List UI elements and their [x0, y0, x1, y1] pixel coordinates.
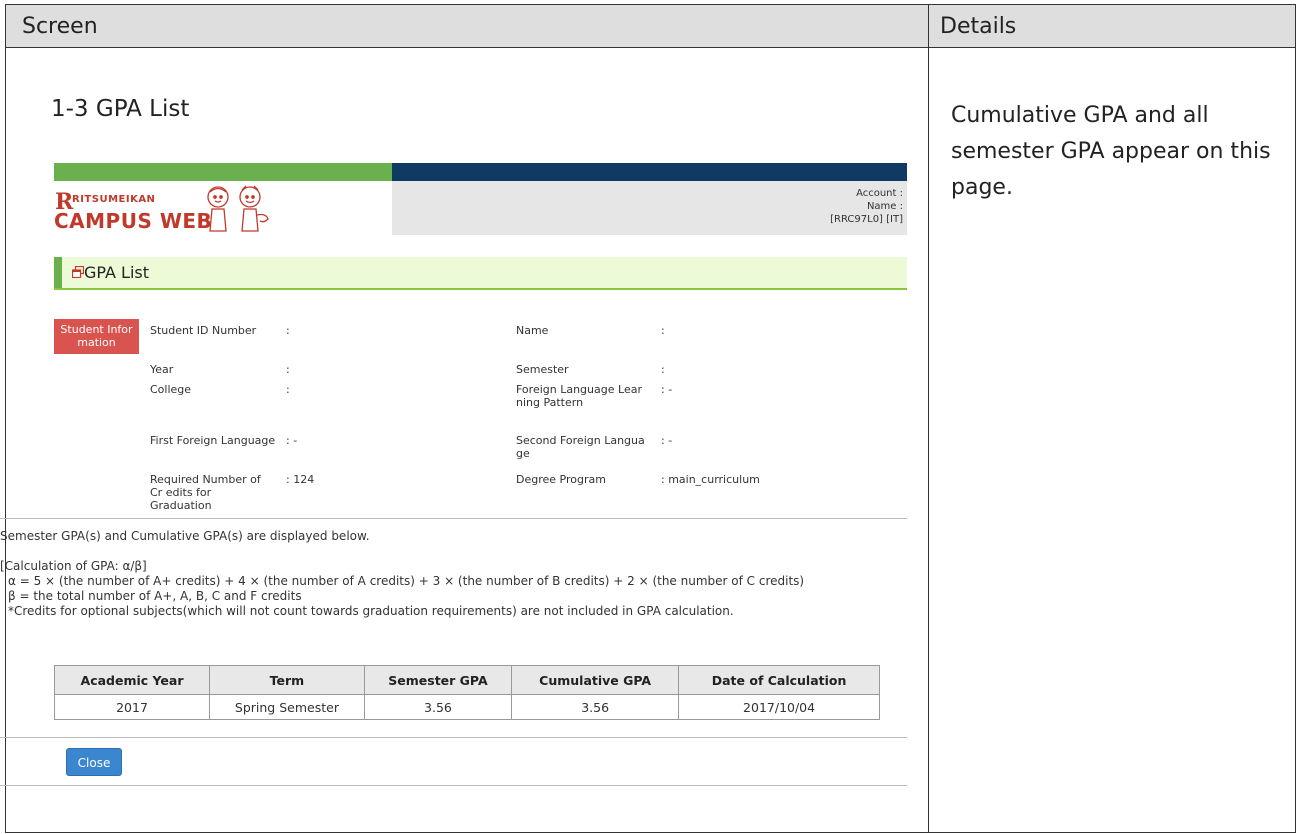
- col-date-of-calculation: Date of Calculation: [678, 665, 880, 695]
- degree-program-label: Degree Program: [516, 473, 606, 486]
- required-credits-label: Required Number of Cr edits for Graduati…: [150, 473, 261, 512]
- first-foreign-label: First Foreign Language: [150, 434, 276, 447]
- year-sep: :: [286, 363, 290, 376]
- foreign-lang-pattern-label: Foreign Language Lear ning Pattern: [516, 383, 642, 409]
- cell-academic-year: 2017: [53, 694, 211, 720]
- screen-column-header: Screen: [6, 5, 929, 48]
- student-info-badge: Student Infor mation: [54, 319, 139, 354]
- topbar-navy: [392, 163, 907, 181]
- gpa-note: *Credits for optional subjects(which wil…: [8, 604, 734, 618]
- mascot-icon: [207, 185, 269, 232]
- semester-sep: :: [661, 363, 665, 376]
- student-id-sep: :: [286, 324, 290, 337]
- first-foreign-sep: : -: [286, 434, 298, 447]
- screen-code: [RRC97L0] [IT]: [830, 214, 903, 225]
- student-id-label: Student ID Number: [150, 324, 257, 337]
- col-semester-gpa: Semester GPA: [363, 665, 513, 695]
- divider-line: [0, 737, 907, 738]
- account-info: Account : Name : [RRC97L0] [IT]: [392, 181, 907, 235]
- college-label: College: [150, 383, 192, 396]
- page-title-banner: GPA List: [54, 257, 907, 290]
- window-icon: [72, 266, 84, 278]
- column-divider: [928, 48, 929, 832]
- degree-program-sep: : main_curriculum: [661, 473, 760, 486]
- foreign-lang-pattern-sep: : -: [661, 383, 673, 396]
- table-header-row: Academic Year Term Semester GPA Cumulati…: [53, 665, 880, 695]
- section-title: 1-3 GPA List: [51, 96, 190, 122]
- logo-campus-web: CAMPUS WEB: [54, 209, 213, 233]
- name-field-label: Name: [516, 324, 549, 337]
- year-label: Year: [150, 363, 174, 376]
- gpa-beta-formula: β = the total number of A+, A, B, C and …: [8, 589, 302, 603]
- close-button[interactable]: Close: [66, 748, 122, 776]
- topbar-green: [54, 163, 392, 181]
- campus-web-logo[interactable]: R RITSUMEIKAN CAMPUS WEB: [54, 181, 392, 235]
- cell-semester-gpa: 3.56: [363, 694, 513, 720]
- name-field-sep: :: [661, 324, 665, 337]
- required-credits-sep: : 124: [286, 473, 315, 486]
- gpa-alpha-formula: α = 5 × (the number of A+ credits) + 4 ×…: [8, 574, 805, 588]
- logo-ritsumeikan: RITSUMEIKAN: [72, 194, 156, 205]
- college-sep: :: [286, 383, 290, 396]
- divider-line: [0, 518, 907, 519]
- col-academic-year: Academic Year: [53, 665, 211, 695]
- banner-accent-bar: [54, 257, 62, 288]
- cell-term: Spring Semester: [209, 694, 365, 720]
- details-column-header: Details: [929, 5, 1295, 48]
- col-cumulative-gpa: Cumulative GPA: [511, 665, 680, 695]
- account-label: Account :: [856, 188, 903, 199]
- gpa-calc-title: [Calculation of GPA: α/β]: [0, 559, 147, 573]
- second-foreign-label: Second Foreign Langua ge: [516, 434, 645, 460]
- name-label: Name :: [866, 201, 903, 212]
- gpa-table: Academic Year Term Semester GPA Cumulati…: [53, 665, 880, 720]
- table-row: 2017 Spring Semester 3.56 3.56 2017/10/0…: [53, 694, 880, 720]
- gpa-intro-text: Semester GPA(s) and Cumulative GPA(s) ar…: [0, 529, 370, 543]
- cell-cumulative-gpa: 3.56: [511, 694, 680, 720]
- details-description: Cumulative GPA and all semester GPA appe…: [951, 103, 1271, 200]
- col-term: Term: [209, 665, 365, 695]
- divider-line: [0, 785, 907, 786]
- second-foreign-sep: : -: [661, 434, 673, 447]
- cell-date-of-calculation: 2017/10/04: [678, 694, 880, 720]
- page-title: GPA List: [84, 263, 150, 282]
- semester-label: Semester: [516, 363, 569, 376]
